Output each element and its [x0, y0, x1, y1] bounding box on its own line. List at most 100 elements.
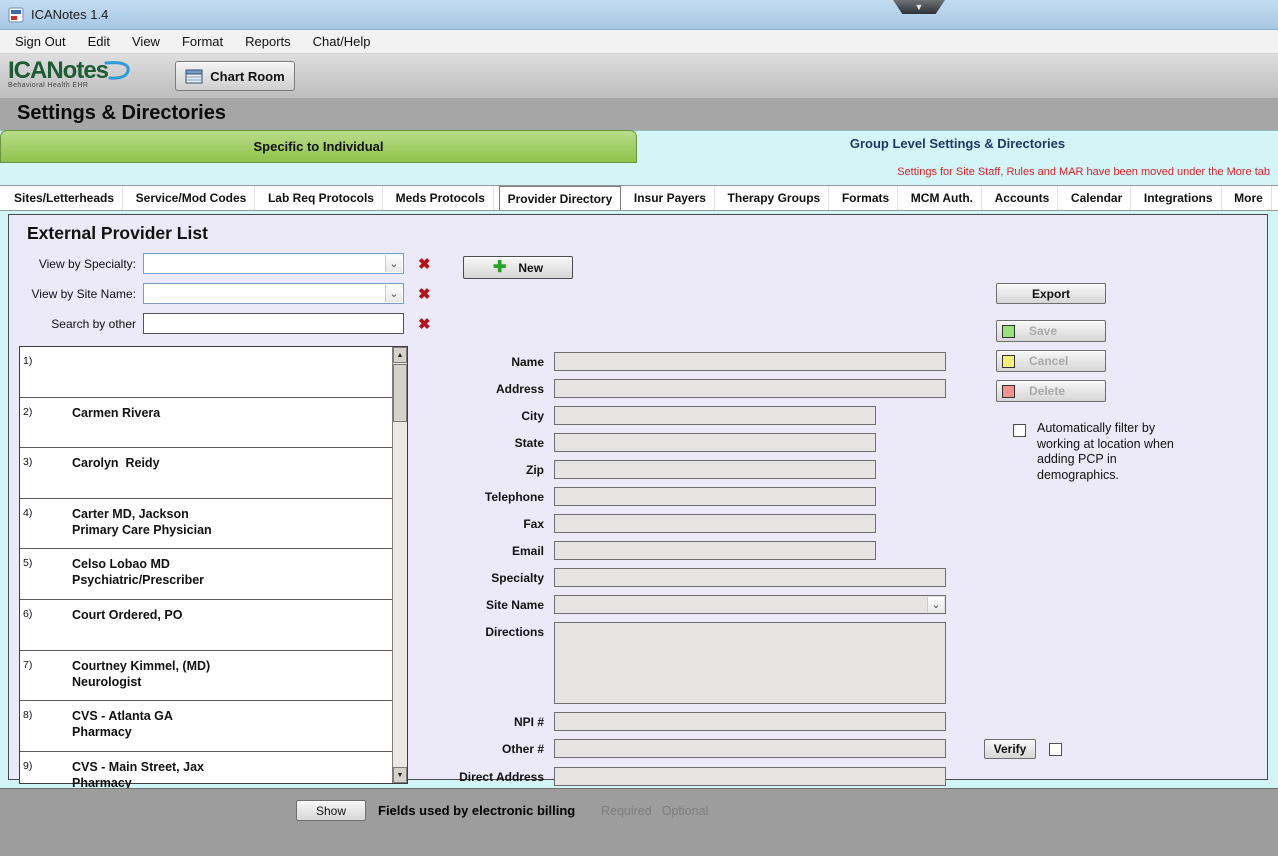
titlebar-chevron-button[interactable]: ▼: [893, 0, 945, 14]
filter-label-search-by-other: Search by other: [15, 317, 143, 331]
menubar: Sign OutEditViewFormatReportsChat/Help: [0, 30, 1278, 54]
tab-therapy-groups[interactable]: Therapy Groups: [720, 186, 830, 210]
provider-list-item[interactable]: 6)Court Ordered, PO: [20, 607, 393, 651]
field-label-specialty: Specialty: [452, 568, 554, 585]
chart-room-label: Chart Room: [210, 69, 284, 84]
provider-number: 5): [23, 557, 32, 569]
window-title: ICANotes 1.4: [31, 7, 108, 22]
tab-group-level-label: Group Level Settings & Directories: [850, 136, 1065, 151]
app-icon: [8, 7, 24, 23]
tab-meds-protocols[interactable]: Meds Protocols: [388, 186, 494, 210]
field-input-fax[interactable]: [554, 514, 876, 533]
scroll-down-icon[interactable]: ▼: [393, 767, 407, 783]
field-input-telephone[interactable]: [554, 487, 876, 506]
form-row-telephone: Telephone: [452, 487, 1112, 506]
tab-more[interactable]: More: [1226, 186, 1272, 210]
chart-room-button[interactable]: Chart Room: [175, 61, 295, 91]
tab-lab-req-protocols[interactable]: Lab Req Protocols: [260, 186, 383, 210]
provider-number: 3): [23, 456, 32, 468]
chevron-down-icon: ▼: [915, 3, 924, 12]
provider-list-item[interactable]: 4)Carter MD, JacksonPrimary Care Physici…: [20, 506, 393, 550]
provider-list-item[interactable]: 7)Courtney Kimmel, (MD)Neurologist: [20, 658, 393, 702]
provider-list-item[interactable]: 2)Carmen Rivera: [20, 405, 393, 449]
provider-name: Courtney Kimmel, (MD): [72, 658, 393, 674]
provider-number: 4): [23, 507, 32, 519]
field-input-email[interactable]: [554, 541, 876, 560]
save-button[interactable]: Save: [996, 320, 1106, 342]
form-row-npi: NPI #: [452, 712, 1112, 731]
field-input-other[interactable]: [554, 739, 946, 758]
provider-list-scrollbar[interactable]: ▲ ▼: [392, 347, 407, 783]
menu-item-view[interactable]: View: [121, 31, 171, 52]
filter-dropdown-view-by-specialty[interactable]: ⌄: [143, 253, 404, 274]
provider-name: CVS - Atlanta GA: [72, 708, 393, 724]
field-input-npi[interactable]: [554, 712, 946, 731]
new-button-label: New: [518, 261, 543, 275]
scroll-up-icon[interactable]: ▲: [393, 347, 407, 363]
verify-button[interactable]: Verify: [984, 739, 1036, 759]
field-input-specialty[interactable]: [554, 568, 946, 587]
titlebar: ICANotes 1.4 ▼: [0, 0, 1278, 30]
menu-item-chat-help[interactable]: Chat/Help: [302, 31, 382, 52]
chart-room-icon: [185, 69, 203, 84]
verify-checkbox[interactable]: [1049, 743, 1062, 756]
field-dropdown-site-name[interactable]: ⌄: [554, 595, 946, 614]
field-input-city[interactable]: [554, 406, 876, 425]
tab-integrations[interactable]: Integrations: [1136, 186, 1222, 210]
provider-number: 7): [23, 659, 32, 671]
tab-insur-payers[interactable]: Insur Payers: [626, 186, 715, 210]
provider-number: 9): [23, 760, 32, 772]
form-row-email: Email: [452, 541, 1112, 560]
tab-formats[interactable]: Formats: [834, 186, 898, 210]
field-input-address[interactable]: [554, 379, 946, 398]
filter-row-view-by-site-name: View by Site Name:⌄ ✖: [15, 283, 431, 304]
field-input-state[interactable]: [554, 433, 876, 452]
form-row-zip: Zip: [452, 460, 1112, 479]
filter-input-search-by-other[interactable]: [143, 313, 404, 334]
tab-provider-directory[interactable]: Provider Directory: [499, 186, 622, 210]
show-button[interactable]: Show: [296, 800, 366, 821]
directory-tab-bar: Sites/LetterheadsService/Mod CodesLab Re…: [0, 185, 1278, 211]
tab-accounts[interactable]: Accounts: [987, 186, 1059, 210]
new-provider-button[interactable]: ✚ New: [463, 256, 573, 279]
form-row-direct-address: Direct Address: [452, 767, 1112, 786]
export-button-label: Export: [1032, 287, 1070, 301]
provider-list-item[interactable]: 3)Carolyn Reidy: [20, 455, 393, 499]
provider-detail-form: NameAddressCityStateZipTelephoneFaxEmail…: [452, 345, 1112, 794]
form-row-address: Address: [452, 379, 1112, 398]
field-input-direct-address[interactable]: [554, 767, 946, 786]
provider-name: Celso Lobao MD: [72, 556, 393, 572]
field-input-zip[interactable]: [554, 460, 876, 479]
field-input-name[interactable]: [554, 352, 946, 371]
field-textarea-directions[interactable]: [554, 622, 946, 704]
tab-mcm-auth[interactable]: MCM Auth.: [903, 186, 982, 210]
tab-group-level-settings[interactable]: Group Level Settings & Directories: [637, 136, 1278, 151]
tab-specific-to-individual[interactable]: Specific to Individual: [0, 130, 637, 163]
provider-subtitle: Primary Care Physician: [72, 522, 393, 538]
menu-item-edit[interactable]: Edit: [77, 31, 121, 52]
field-label-other: Other #: [452, 739, 554, 756]
menu-item-sign-out[interactable]: Sign Out: [4, 31, 77, 52]
scrollbar-thumb[interactable]: [393, 364, 407, 422]
billing-legend: RequiredOptional: [601, 804, 718, 818]
field-label-npi: NPI #: [452, 712, 554, 729]
tab-sites-letterheads[interactable]: Sites/Letterheads: [6, 186, 123, 210]
menu-item-reports[interactable]: Reports: [234, 31, 302, 52]
form-row-directions: Directions: [452, 622, 1112, 704]
clear-filter-icon[interactable]: ✖: [418, 315, 431, 333]
provider-list-item[interactable]: 8)CVS - Atlanta GAPharmacy: [20, 708, 393, 752]
clear-filter-icon[interactable]: ✖: [418, 285, 431, 303]
provider-name: Carmen Rivera: [72, 405, 393, 421]
filter-dropdown-view-by-site-name[interactable]: ⌄: [143, 283, 404, 304]
export-button[interactable]: Export: [996, 283, 1106, 304]
provider-list-item[interactable]: 5)Celso Lobao MDPsychiatric/Prescriber: [20, 556, 393, 600]
page-title: Settings & Directories: [17, 102, 226, 125]
clear-filter-icon[interactable]: ✖: [418, 255, 431, 273]
tab-calendar[interactable]: Calendar: [1063, 186, 1131, 210]
filter-row-view-by-specialty: View by Specialty:⌄✖: [15, 253, 431, 274]
menu-item-format[interactable]: Format: [171, 31, 234, 52]
field-label-address: Address: [452, 379, 554, 396]
provider-list-item[interactable]: 1): [20, 354, 393, 398]
tab-service-mod-codes[interactable]: Service/Mod Codes: [128, 186, 256, 210]
filter-label-view-by-site-name: View by Site Name:: [15, 287, 143, 301]
